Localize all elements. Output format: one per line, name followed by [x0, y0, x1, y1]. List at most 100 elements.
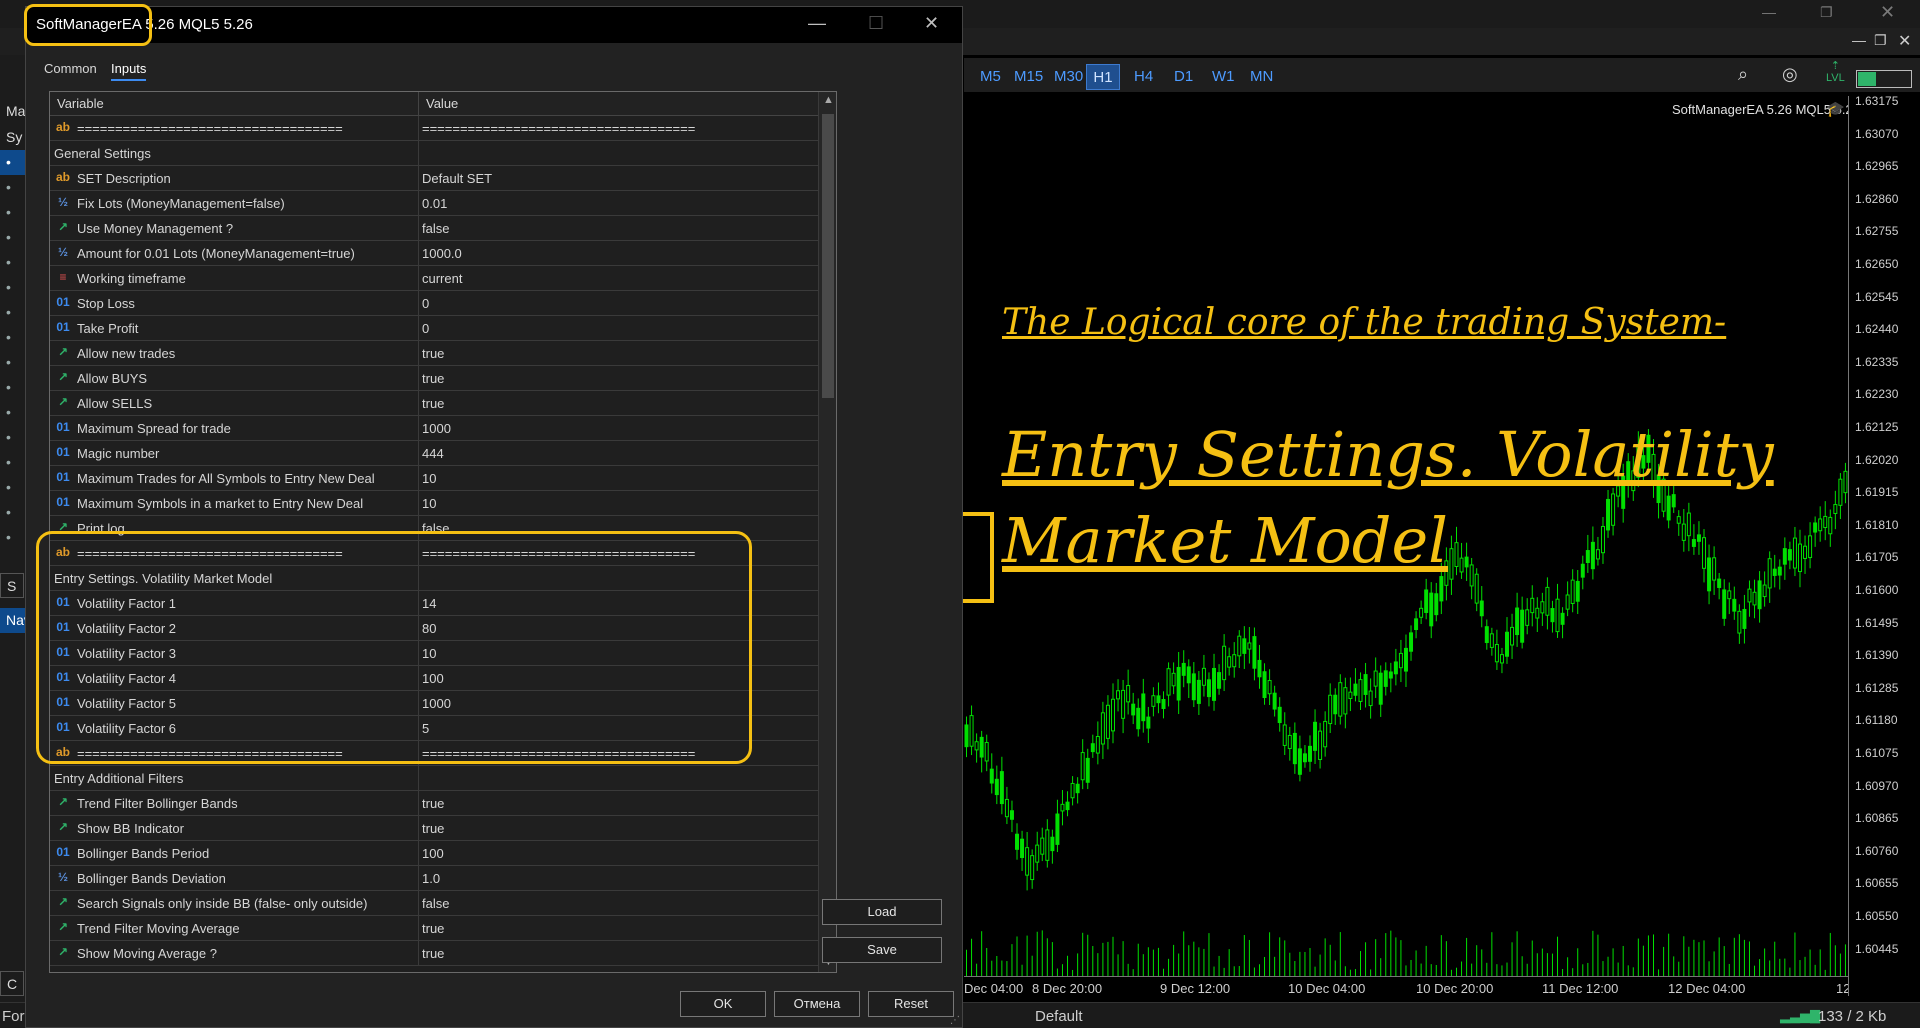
- variable-value[interactable]: 444: [422, 446, 444, 461]
- variable-value[interactable]: current: [422, 271, 462, 286]
- variable-value[interactable]: 1.0: [422, 871, 440, 886]
- table-row[interactable]: ↗ Trend Filter Moving Average true: [50, 916, 818, 941]
- nav-item[interactable]: •: [0, 475, 28, 500]
- expert-hat-icon[interactable]: 🎓: [1826, 100, 1845, 118]
- table-row[interactable]: ab =================================== ===…: [50, 116, 818, 141]
- table-row[interactable]: ↗ Show BB Indicator true: [50, 816, 818, 841]
- tab-common[interactable]: Common: [44, 61, 97, 76]
- account-icon[interactable]: ◎: [1782, 64, 1798, 85]
- table-row[interactable]: 01 Take Profit 0: [50, 316, 818, 341]
- nav-item[interactable]: •: [0, 500, 28, 525]
- section-row[interactable]: General Settings: [50, 141, 818, 166]
- table-row[interactable]: 01 Magic number 444: [50, 441, 818, 466]
- variable-value[interactable]: true: [422, 796, 444, 811]
- table-row[interactable]: 01 Bollinger Bands Period 100: [50, 841, 818, 866]
- child-minimize-icon[interactable]: —: [1852, 32, 1866, 48]
- table-row[interactable]: ↗ Trend Filter Bollinger Bands true: [50, 791, 818, 816]
- candle-body: [1838, 478, 1843, 506]
- column-divider: [418, 766, 419, 791]
- nav-item[interactable]: •: [0, 300, 28, 325]
- signal-level-icon[interactable]: ⇡ LVL: [1826, 60, 1845, 84]
- table-row[interactable]: ↗ Allow new trades true: [50, 341, 818, 366]
- variable-value[interactable]: true: [422, 946, 444, 961]
- table-row[interactable]: 01 Stop Loss 0: [50, 291, 818, 316]
- minimize-icon[interactable]: —: [1762, 4, 1776, 20]
- section-row[interactable]: Entry Additional Filters: [50, 766, 818, 791]
- table-row[interactable]: ½ Fix Lots (MoneyManagement=false) 0.01: [50, 191, 818, 216]
- cancel-button[interactable]: Отмена: [774, 991, 860, 1017]
- nav-item[interactable]: •: [0, 375, 28, 400]
- restore-icon[interactable]: ❐: [1820, 4, 1833, 21]
- table-row[interactable]: ½ Bollinger Bands Deviation 1.0: [50, 866, 818, 891]
- reset-button[interactable]: Reset: [868, 991, 954, 1017]
- nav-item-selected[interactable]: •: [0, 150, 28, 175]
- timeframe-m15[interactable]: M15: [1010, 64, 1047, 90]
- nav-item[interactable]: •: [0, 200, 28, 225]
- table-row[interactable]: ↗ Use Money Management ? false: [50, 216, 818, 241]
- timeframe-d1[interactable]: D1: [1170, 64, 1197, 90]
- table-row[interactable]: ↗ Show Moving Average ? true: [50, 941, 818, 966]
- nav-item[interactable]: •: [0, 400, 28, 425]
- dialog-minimize-icon[interactable]: —: [808, 13, 826, 34]
- scroll-thumb[interactable]: [822, 114, 834, 398]
- variable-value[interactable]: Default SET: [422, 171, 492, 186]
- variable-value[interactable]: 1000: [422, 421, 451, 436]
- tab-inputs[interactable]: Inputs: [111, 61, 147, 81]
- variable-value[interactable]: ====================================: [422, 121, 695, 136]
- timeframe-h1[interactable]: H1: [1086, 64, 1120, 90]
- candle-body: [1237, 635, 1242, 657]
- variable-value[interactable]: 10: [422, 496, 436, 511]
- table-row[interactable]: ab SET Description Default SET: [50, 166, 818, 191]
- table-row[interactable]: ≡ Working timeframe current: [50, 266, 818, 291]
- table-row[interactable]: 01 Maximum Trades for All Symbols to Entr…: [50, 466, 818, 491]
- variable-value[interactable]: false: [422, 221, 449, 236]
- nav-item[interactable]: •: [0, 175, 28, 200]
- variable-value[interactable]: false: [422, 896, 449, 911]
- variable-value[interactable]: true: [422, 821, 444, 836]
- variable-value[interactable]: 100: [422, 846, 444, 861]
- variable-value[interactable]: true: [422, 371, 444, 386]
- save-button[interactable]: Save: [822, 937, 942, 963]
- resize-grip-icon[interactable]: ⋰: [950, 1015, 960, 1026]
- nav-item[interactable]: •: [0, 425, 28, 450]
- timeframe-m5[interactable]: M5: [976, 64, 1005, 90]
- close-icon[interactable]: ✕: [1880, 2, 1895, 23]
- nav-item[interactable]: •: [0, 250, 28, 275]
- table-row[interactable]: ↗ Search Signals only inside BB (false- o…: [50, 891, 818, 916]
- variable-value[interactable]: true: [422, 921, 444, 936]
- nav-item[interactable]: •: [0, 450, 28, 475]
- table-row[interactable]: ↗ Allow SELLS true: [50, 391, 818, 416]
- ok-button[interactable]: OK: [680, 991, 766, 1017]
- candle-body: [1171, 672, 1176, 687]
- scroll-up-icon[interactable]: ▲: [823, 94, 834, 106]
- dialog-close-icon[interactable]: ✕: [924, 13, 939, 34]
- tab-symbols[interactable]: S: [0, 573, 24, 598]
- nav-item[interactable]: •: [0, 525, 28, 550]
- load-button[interactable]: Load: [822, 899, 942, 925]
- nav-item[interactable]: •: [0, 350, 28, 375]
- child-restore-icon[interactable]: ❐: [1874, 32, 1887, 49]
- variable-value[interactable]: 0.01: [422, 196, 447, 211]
- table-row[interactable]: ↗ Allow BUYS true: [50, 366, 818, 391]
- table-row[interactable]: ½ Amount for 0.01 Lots (MoneyManagement=t…: [50, 241, 818, 266]
- nav-item[interactable]: •: [0, 325, 28, 350]
- search-icon[interactable]: ⌕: [1738, 64, 1748, 85]
- nav-item[interactable]: •: [0, 225, 28, 250]
- table-row[interactable]: 01 Maximum Symbols in a market to Entry N…: [50, 491, 818, 516]
- candle-body: [1752, 591, 1757, 606]
- timeframe-mn[interactable]: MN: [1246, 64, 1277, 90]
- timeframe-w1[interactable]: W1: [1208, 64, 1239, 90]
- variable-value[interactable]: true: [422, 346, 444, 361]
- variable-value[interactable]: true: [422, 396, 444, 411]
- table-scrollbar[interactable]: ▲ ▼: [818, 92, 836, 972]
- child-close-icon[interactable]: ✕: [1898, 31, 1911, 51]
- variable-value[interactable]: 0: [422, 321, 429, 336]
- table-row[interactable]: 01 Maximum Spread for trade 1000: [50, 416, 818, 441]
- variable-value[interactable]: 0: [422, 296, 429, 311]
- variable-value[interactable]: 10: [422, 471, 436, 486]
- nav-item[interactable]: •: [0, 275, 28, 300]
- tab-common[interactable]: C: [0, 971, 24, 996]
- variable-value[interactable]: 1000.0: [422, 246, 462, 261]
- timeframe-m30[interactable]: M30: [1050, 64, 1087, 90]
- timeframe-h4[interactable]: H4: [1130, 64, 1157, 90]
